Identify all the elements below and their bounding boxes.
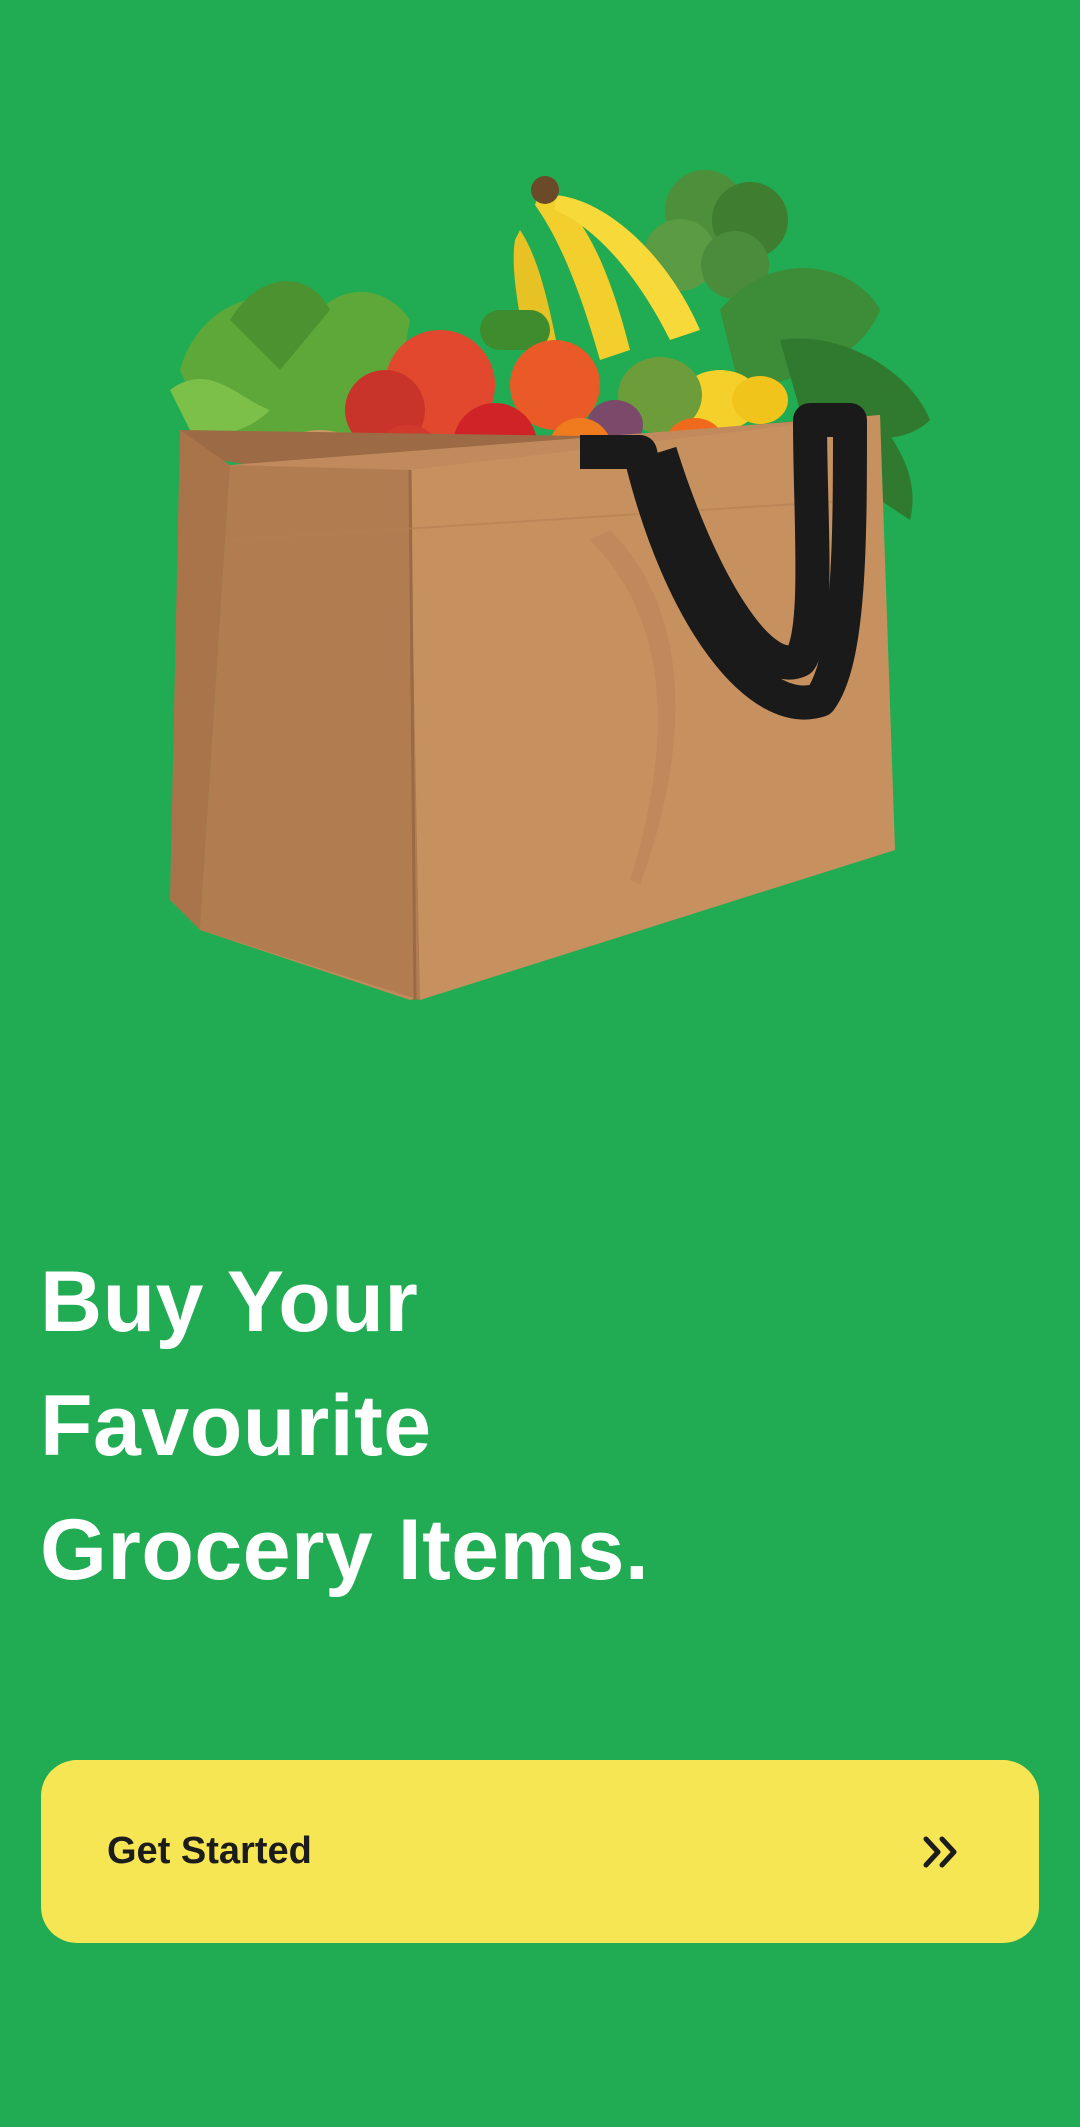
get-started-label: Get Started (107, 1830, 312, 1872)
hero-grocery-bag-image (160, 160, 940, 1010)
headline: Buy Your Favourite Grocery Items. (40, 1240, 940, 1612)
double-chevron-right-icon (920, 1830, 964, 1874)
get-started-button[interactable]: Get Started (41, 1760, 1039, 1943)
headline-line-3: Grocery Items. (40, 1502, 650, 1598)
headline-line-1: Buy Your (40, 1254, 419, 1350)
headline-line-2: Favourite (40, 1378, 432, 1474)
